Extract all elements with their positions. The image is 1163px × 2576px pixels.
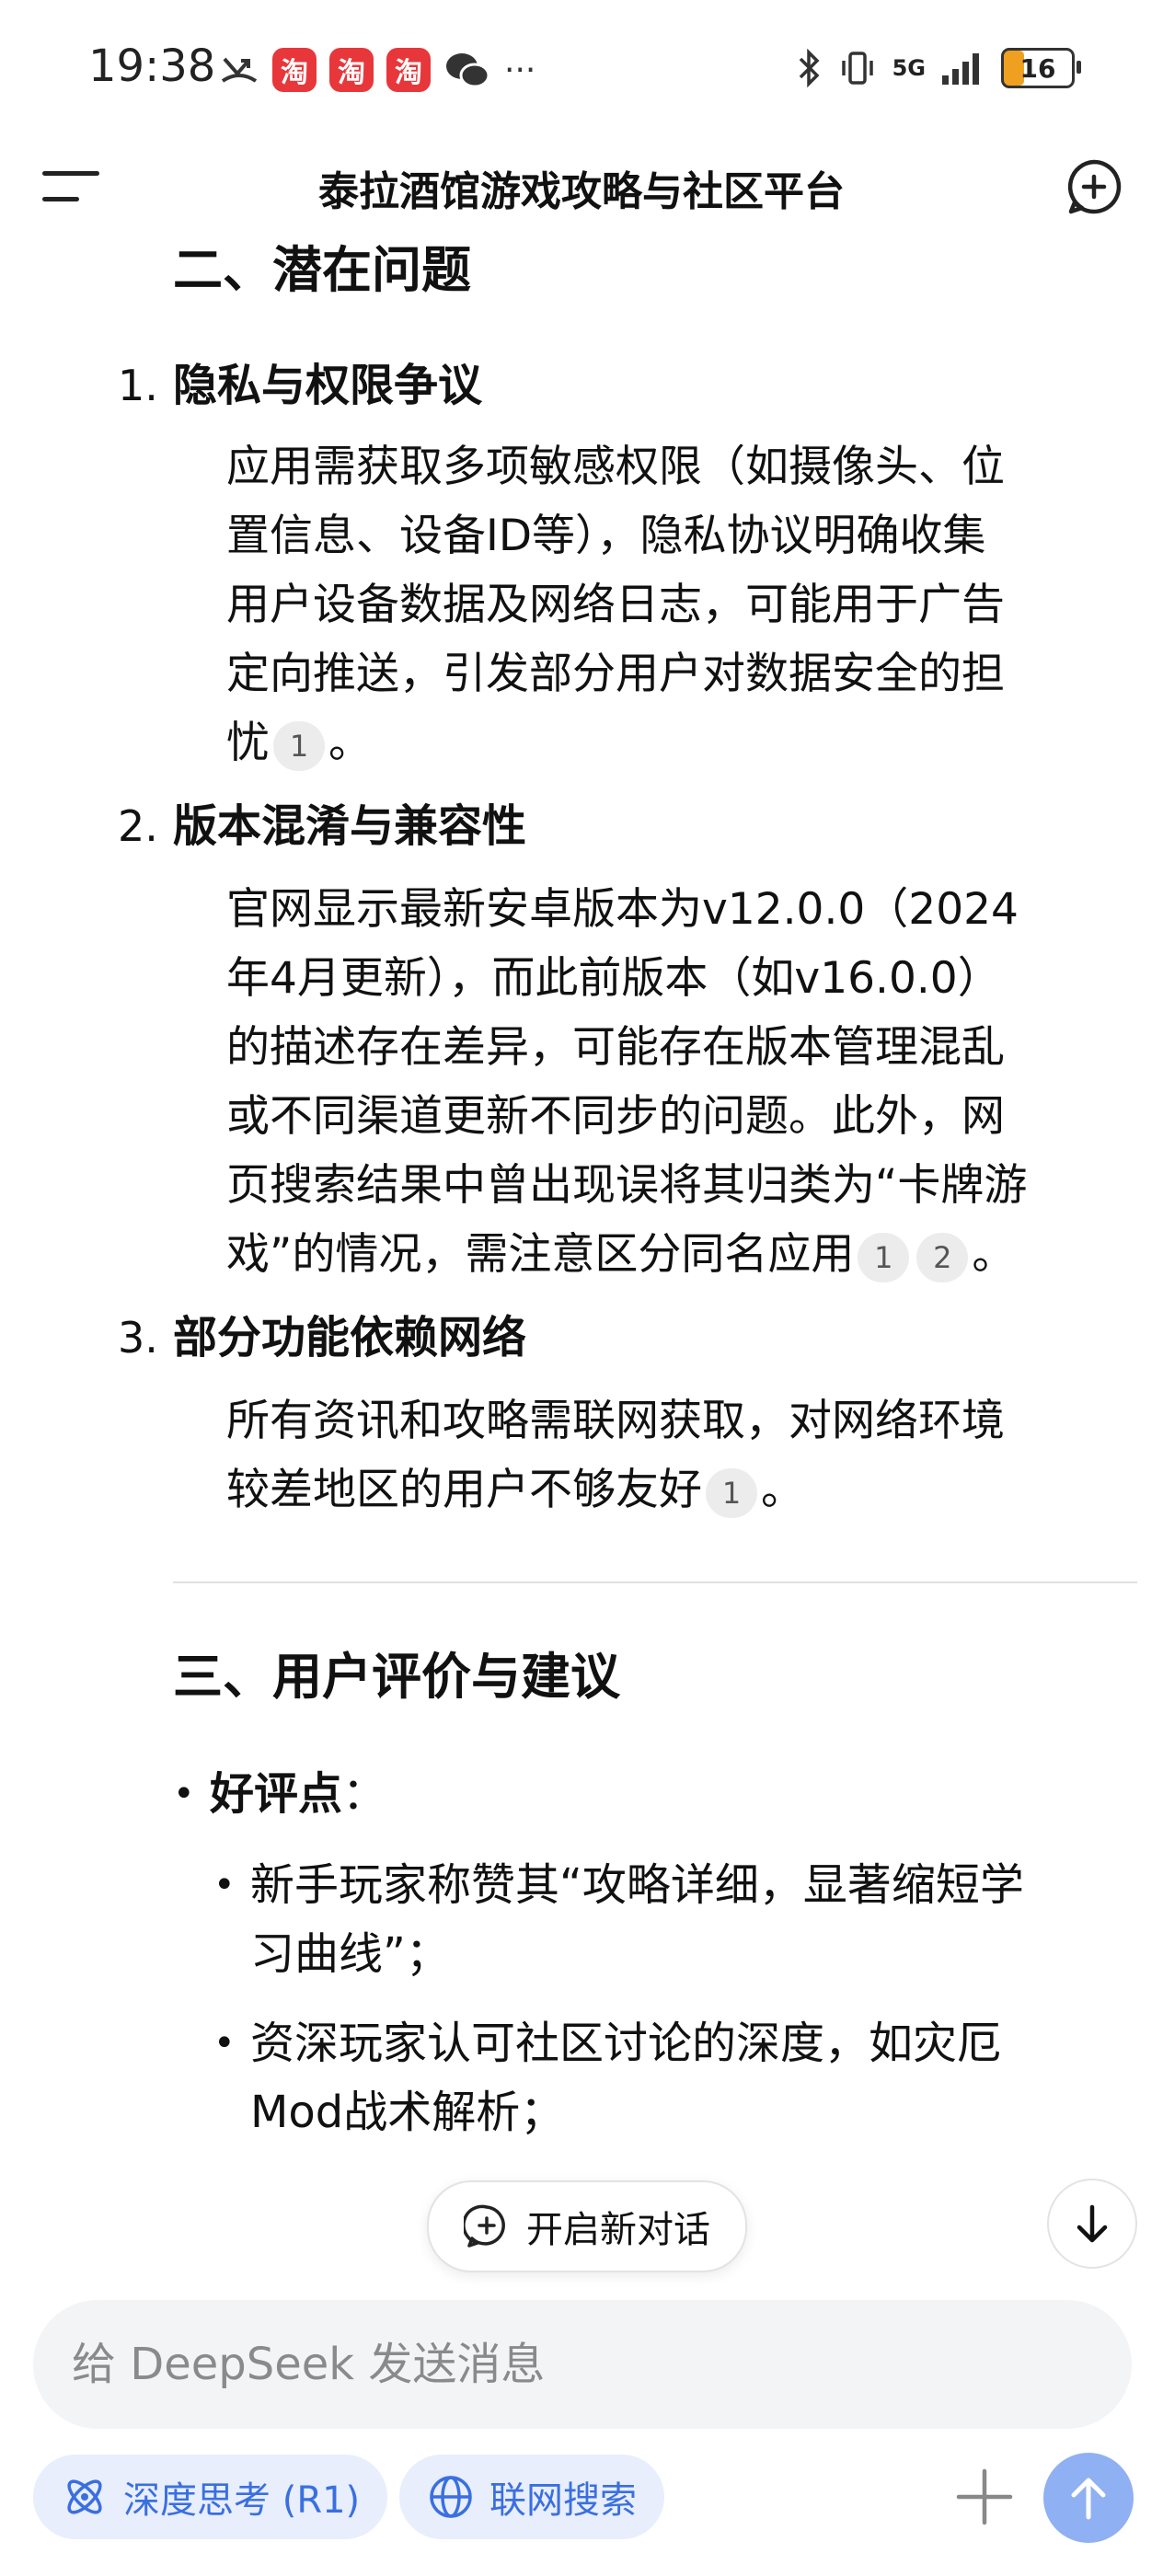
- divider: [173, 1581, 1137, 1583]
- app-header: 泰拉酒馆游戏攻略与社区平台: [0, 138, 1163, 239]
- list-item: • 资深玩家认可社区讨论的深度，如灾厄 Mod战术解析；: [213, 2009, 1130, 2147]
- item-paragraph: 应用需获取多项敏感权限（如摄像头、位 置信息、设备ID等），隐私协议明确收集 用…: [226, 432, 1146, 777]
- section-heading: 二、潜在问题: [173, 241, 471, 299]
- message-content: 二、潜在问题 1. 隐私与权限争议 应用需获取多项敏感权限（如摄像头、位 置信息…: [118, 230, 1137, 2147]
- text-fragment: 。: [972, 1229, 1016, 1280]
- bullet-dot: •: [213, 1864, 236, 1906]
- text-line: 所有资讯和攻略需联网获取，对网络环境: [226, 1396, 1005, 1446]
- citation-badge[interactable]: 1: [706, 1467, 757, 1518]
- text-line: 或不同渠道更新不同步的问题。此外，网: [226, 1091, 1005, 1142]
- bullet-dot: •: [173, 1773, 195, 1815]
- battery-icon: 16: [1001, 48, 1081, 88]
- item-title-text: 版本混淆与兼容性: [173, 800, 527, 852]
- status-bar: 19:38 淘 淘 淘 ··· 5G 16: [0, 0, 1163, 138]
- deep-think-button[interactable]: 深度思考 (R1): [33, 2455, 388, 2539]
- wechat-icon: [446, 53, 490, 88]
- notification-icons: 淘 淘 淘 ···: [219, 48, 535, 92]
- item-number: 1.: [118, 361, 158, 410]
- status-time: 19:38: [88, 40, 216, 92]
- taobao-icon: 淘: [272, 48, 317, 92]
- atom-icon: [67, 2479, 102, 2514]
- text-line: 资深玩家认可社区讨论的深度，如灾厄: [250, 2018, 1002, 2069]
- text-line: 定向推送，引发部分用户对数据安全的担: [226, 649, 1005, 699]
- bullet-text: 资深玩家认可社区讨论的深度，如灾厄 Mod战术解析；: [250, 2009, 1130, 2147]
- text-line: 用户设备数据及网络日志，可能用于广告: [226, 580, 1005, 630]
- text-fragment: 忧: [226, 718, 270, 768]
- text-line: 置信息、设备ID等），隐私协议明确收集: [226, 511, 986, 561]
- taobao-icon: 淘: [386, 48, 431, 92]
- text-line: 习曲线”；: [250, 1928, 450, 1980]
- system-icons: 5G 16: [795, 48, 1081, 88]
- battery-level: 16: [1019, 52, 1056, 84]
- network-type: 5G: [892, 55, 926, 81]
- citation-badge[interactable]: 1: [273, 720, 325, 771]
- text-line: 忧 1。: [226, 708, 1146, 777]
- text-fragment: 。: [761, 1465, 804, 1515]
- signal-icon: [942, 53, 979, 85]
- text-fragment: 戏”的情况，需注意区分同名应用: [226, 1229, 855, 1280]
- arrow-up-icon: [1071, 2478, 1106, 2520]
- web-search-label: 联网搜索: [489, 2479, 637, 2522]
- bluetooth-icon: [799, 48, 820, 88]
- bullet-text: 新手玩家称赞其“攻略详细，显著缩短学 习曲线”；: [250, 1851, 1130, 1989]
- text-line: Mod战术解析；: [250, 2087, 565, 2138]
- section-heading: 三、用户评价与建议: [173, 1648, 620, 1706]
- item-number: 3.: [118, 1313, 158, 1363]
- send-button[interactable]: [1043, 2453, 1134, 2543]
- item-title-text: 隐私与权限争议: [173, 360, 483, 411]
- item-paragraph: 所有资讯和攻略需联网获取，对网络环境 较差地区的用户不够友好 1。: [226, 1386, 1146, 1524]
- text-line: 的描述存在差异，可能存在版本管理混乱: [226, 1022, 1005, 1073]
- arrow-down-icon: [1077, 2204, 1108, 2243]
- item-title: 3. 部分功能依赖网络: [118, 1304, 1130, 1372]
- new-chat-icon[interactable]: [1064, 156, 1124, 217]
- text-line: 官网显示最新安卓版本为v12.0.0（2024: [226, 884, 1019, 935]
- scroll-down-button[interactable]: [1047, 2179, 1137, 2269]
- item-title: 1. 隐私与权限争议: [118, 351, 1130, 420]
- web-search-button[interactable]: 联网搜索: [399, 2455, 664, 2539]
- missed-call-icon: [221, 57, 258, 83]
- citation-badge[interactable]: 2: [916, 1232, 969, 1282]
- list-item: • 好评点：: [173, 1760, 1130, 1829]
- text-fragment: 。: [328, 718, 372, 768]
- new-chat-icon: [464, 2204, 505, 2248]
- globe-icon: [430, 2476, 472, 2518]
- page-title: 泰拉酒馆游戏攻略与社区平台: [318, 168, 845, 215]
- text-line: 戏”的情况，需注意区分同名应用 1 2。: [226, 1220, 1146, 1289]
- bullet-colon: ：: [342, 1768, 387, 1820]
- text-line: 新手玩家称赞其“攻略详细，显著缩短学: [250, 1859, 1024, 1911]
- bullet-label: 好评点: [210, 1768, 343, 1820]
- taobao-icon: 淘: [329, 48, 374, 92]
- new-chat-button[interactable]: 开启新对话: [427, 2180, 747, 2272]
- item-title-text: 部分功能依赖网络: [173, 1312, 527, 1363]
- list-item: 3. 部分功能依赖网络 所有资讯和攻略需联网获取，对网络环境 较差地区的用户不够…: [118, 1304, 1130, 1524]
- text-line: 年4月更新），而此前版本（如v16.0.0）: [226, 953, 1001, 1004]
- text-line: 应用需获取多项敏感权限（如摄像头、位: [226, 442, 1005, 492]
- list-item: • 新手玩家称赞其“攻略详细，显著缩短学 习曲线”；: [213, 1851, 1130, 1989]
- plus-icon[interactable]: [950, 2462, 1019, 2532]
- list-item: 1. 隐私与权限争议 应用需获取多项敏感权限（如摄像头、位 置信息、设备ID等）…: [118, 351, 1130, 777]
- text-line: 页搜索结果中曾出现误将其归类为“卡牌游: [226, 1160, 1028, 1211]
- more-notifications-icon: ···: [504, 51, 536, 89]
- item-number: 2.: [118, 801, 158, 851]
- citation-badge[interactable]: 1: [858, 1232, 910, 1282]
- vibrate-icon: [841, 52, 873, 85]
- new-chat-label: 开启新对话: [526, 2209, 710, 2251]
- bullet-dot: •: [213, 2022, 236, 2064]
- list-item: 2. 版本混淆与兼容性 官网显示最新安卓版本为v12.0.0（2024 年4月更…: [118, 792, 1130, 1289]
- message-input[interactable]: [70, 2338, 1086, 2391]
- text-line: 较差地区的用户不够友好 1。: [226, 1455, 1146, 1524]
- deep-think-label: 深度思考 (R1): [123, 2479, 361, 2522]
- message-input-box[interactable]: [33, 2300, 1132, 2429]
- text-fragment: 较差地区的用户不够友好: [226, 1465, 702, 1515]
- item-paragraph: 官网显示最新安卓版本为v12.0.0（2024 年4月更新），而此前版本（如v1…: [226, 875, 1146, 1289]
- item-title: 2. 版本混淆与兼容性: [118, 792, 1130, 860]
